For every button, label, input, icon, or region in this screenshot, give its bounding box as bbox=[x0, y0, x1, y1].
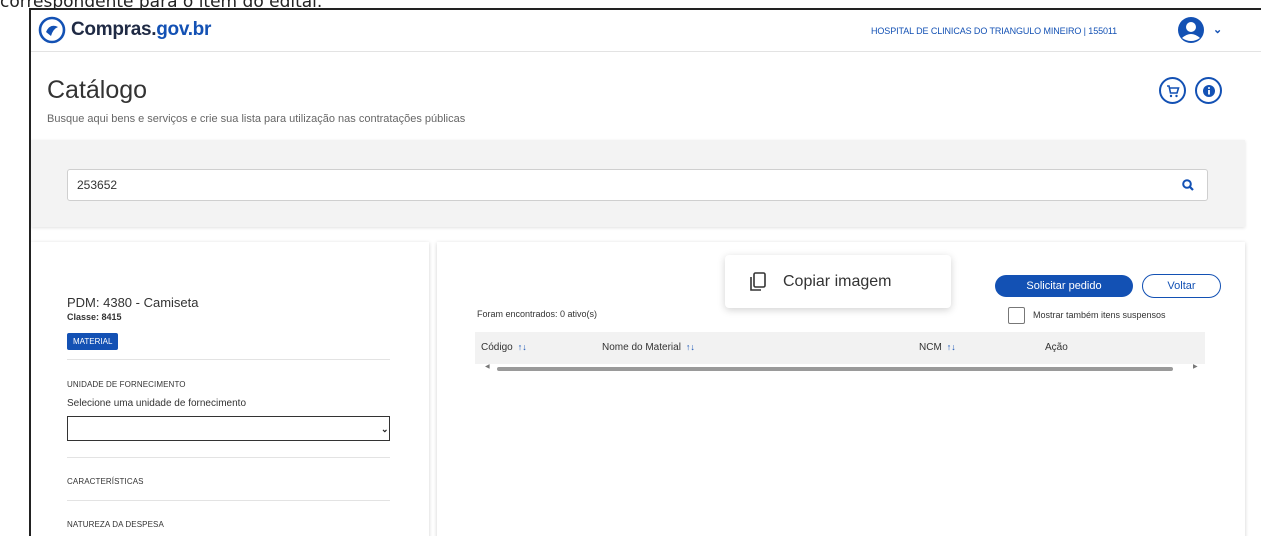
results-count: Foram encontrados: 0 ativo(s) bbox=[477, 309, 598, 319]
classe-label: Classe: 8415 bbox=[67, 312, 122, 322]
search-input[interactable] bbox=[67, 169, 1208, 201]
page-subtitle: Busque aqui bens e serviços e crie sua l… bbox=[47, 113, 466, 125]
page-title: Catálogo bbox=[47, 76, 148, 104]
top-bar: Compras.gov.br HOSPITAL DE CLINICAS DO T… bbox=[31, 10, 1261, 52]
column-header-nome[interactable]: Nome do Material ↑↓ bbox=[602, 342, 695, 353]
organization-label[interactable]: HOSPITAL DE CLINICAS DO TRIANGULO MINEIR… bbox=[871, 26, 1117, 36]
results-table-header: Código ↑↓ Nome do Material ↑↓ NCM ↑↓ Ação bbox=[475, 332, 1205, 364]
info-button[interactable] bbox=[1195, 77, 1222, 104]
divider bbox=[67, 457, 390, 458]
voltar-button[interactable]: Voltar bbox=[1142, 274, 1221, 298]
divider bbox=[67, 500, 390, 501]
unidade-select[interactable] bbox=[67, 416, 390, 441]
compras-logo[interactable]: Compras.gov.br bbox=[37, 15, 211, 45]
item-details-panel: PDM: 4380 - Camiseta Classe: 8415 MATERI… bbox=[31, 242, 429, 536]
copy-image-label: Copiar imagem bbox=[783, 272, 892, 290]
user-avatar-icon[interactable] bbox=[1177, 16, 1205, 44]
unidade-select-label: Selecione uma unidade de fornecimento bbox=[67, 398, 247, 409]
copy-icon bbox=[750, 271, 766, 291]
column-header-codigo[interactable]: Código ↑↓ bbox=[481, 342, 527, 353]
unidade-section-label: UNIDADE DE FORNECIMENTO bbox=[67, 380, 186, 389]
horizontal-scrollbar[interactable]: ◀ ▶ bbox=[485, 363, 1201, 372]
chevron-down-icon[interactable]: ⌄ bbox=[1213, 23, 1222, 36]
sort-icon[interactable]: ↑↓ bbox=[686, 342, 695, 352]
app-window: Compras.gov.br HOSPITAL DE CLINICAS DO T… bbox=[29, 8, 1261, 536]
copy-image-popup[interactable]: Copiar imagem bbox=[725, 255, 951, 308]
search-panel bbox=[31, 140, 1245, 227]
logo-text: Compras.gov.br bbox=[71, 19, 212, 40]
cart-button[interactable] bbox=[1159, 77, 1186, 104]
show-suspended-label[interactable]: Mostrar também itens suspensos bbox=[1033, 310, 1166, 320]
divider bbox=[67, 359, 390, 360]
caracteristicas-section-label[interactable]: CARACTERÍSTICAS bbox=[67, 477, 144, 486]
column-header-acao: Ação bbox=[1045, 342, 1068, 353]
pdm-title: PDM: 4380 - Camiseta bbox=[67, 295, 199, 310]
natureza-section-label[interactable]: NATUREZA DA DESPESA bbox=[67, 520, 164, 529]
show-suspended-checkbox[interactable] bbox=[1008, 307, 1025, 324]
scrollbar-thumb[interactable] bbox=[497, 367, 1173, 371]
scroll-left-icon[interactable]: ◀ bbox=[485, 363, 490, 370]
material-badge: MATERIAL bbox=[67, 333, 119, 350]
search-icon[interactable] bbox=[1181, 178, 1195, 192]
sort-icon[interactable]: ↑↓ bbox=[518, 342, 527, 352]
column-header-ncm[interactable]: NCM ↑↓ bbox=[919, 342, 956, 353]
sort-icon[interactable]: ↑↓ bbox=[947, 342, 956, 352]
chevron-down-icon[interactable]: ⌄ bbox=[381, 424, 389, 435]
scroll-right-icon[interactable]: ▶ bbox=[1193, 363, 1198, 370]
compras-logo-icon bbox=[38, 16, 66, 44]
info-icon bbox=[1202, 84, 1215, 97]
solicitar-pedido-button[interactable]: Solicitar pedido bbox=[995, 275, 1133, 297]
cart-icon bbox=[1166, 84, 1180, 97]
